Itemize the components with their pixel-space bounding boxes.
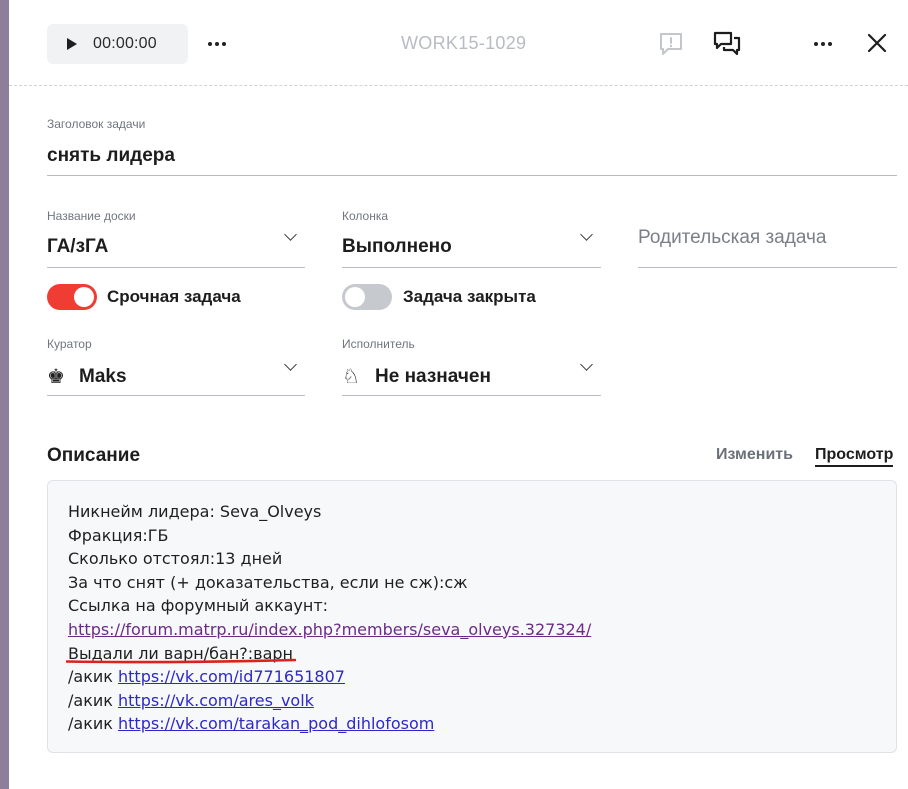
tab-edit[interactable]: Изменить — [716, 446, 793, 464]
parent-task-underline — [638, 267, 897, 268]
description-title: Описание — [47, 445, 141, 466]
board-label: Название доски — [47, 209, 136, 223]
board-chevron-down-icon[interactable] — [284, 228, 297, 241]
parent-task-input[interactable]: Родительская задача — [638, 227, 826, 249]
description-preview: Никнейм лидера: Seva_Olveys Фракция:ГБ С… — [47, 480, 897, 753]
curator-underline — [47, 395, 305, 396]
chess-king-icon: ♚ — [47, 366, 65, 388]
task-id: WORK15-1029 — [401, 33, 527, 53]
closed-toggle[interactable] — [342, 284, 392, 310]
timer-value: 00:00:00 — [93, 35, 157, 52]
chat-icon[interactable] — [712, 30, 742, 63]
executor-select[interactable]: Не назначен — [375, 366, 491, 388]
red-underline-annotation — [66, 658, 296, 664]
akik-prefix: /акик — [68, 714, 119, 734]
description-line: За что снят (+ доказательства, если не с… — [68, 572, 468, 592]
vk-link[interactable]: https://vk.com/id771651807 — [118, 667, 345, 686]
description-line: Фракция:ГБ — [68, 525, 169, 545]
curator-chevron-down-icon[interactable] — [284, 358, 297, 371]
task-header: 00:00:00 WORK15-1029 — [9, 0, 908, 86]
task-title-label: Заголовок задачи — [47, 117, 146, 131]
akik-prefix: /акик — [68, 667, 119, 687]
chess-knight-icon: ♘ — [342, 366, 360, 388]
column-select[interactable]: Выполнено — [342, 236, 452, 258]
column-chevron-down-icon[interactable] — [580, 228, 593, 241]
task-title-underline — [47, 175, 897, 176]
closed-toggle-label: Задача закрыта — [403, 287, 536, 306]
window-edge-strip — [0, 0, 9, 789]
board-underline — [47, 267, 305, 268]
executor-label: Исполнитель — [342, 337, 415, 351]
vk-link[interactable]: https://vk.com/ares_volk — [118, 691, 314, 710]
column-label: Колонка — [342, 209, 389, 223]
play-icon — [67, 38, 77, 50]
vk-link[interactable]: https://vk.com/tarakan_pod_dihlofosom — [118, 714, 434, 733]
urgent-toggle[interactable] — [47, 284, 97, 310]
akik-prefix: /акик — [68, 690, 119, 710]
curator-label: Куратор — [47, 337, 92, 351]
timer-button[interactable]: 00:00:00 — [47, 24, 188, 64]
board-select[interactable]: ГА/зГА — [47, 236, 108, 258]
forum-account-link[interactable]: https://forum.matrp.ru/index.php?members… — [68, 620, 591, 639]
close-icon[interactable] — [867, 33, 887, 58]
task-title-input[interactable]: снять лидера — [47, 145, 175, 167]
urgent-toggle-label: Срочная задача — [107, 287, 241, 306]
description-line: Ссылка на форумный аккаунт: — [68, 596, 329, 616]
comment-alert-icon[interactable] — [657, 30, 685, 63]
more-options-right-icon[interactable] — [814, 42, 832, 46]
curator-select[interactable]: Maks — [79, 366, 127, 388]
description-line: Сколько отстоял:13 дней — [68, 549, 283, 569]
description-line: Никнейм лидера: Seva_Olveys — [68, 502, 322, 521]
executor-underline — [342, 395, 601, 396]
tab-preview[interactable]: Просмотр — [815, 446, 894, 467]
column-underline — [342, 267, 601, 268]
executor-chevron-down-icon[interactable] — [580, 358, 593, 371]
more-options-icon[interactable] — [208, 42, 226, 46]
